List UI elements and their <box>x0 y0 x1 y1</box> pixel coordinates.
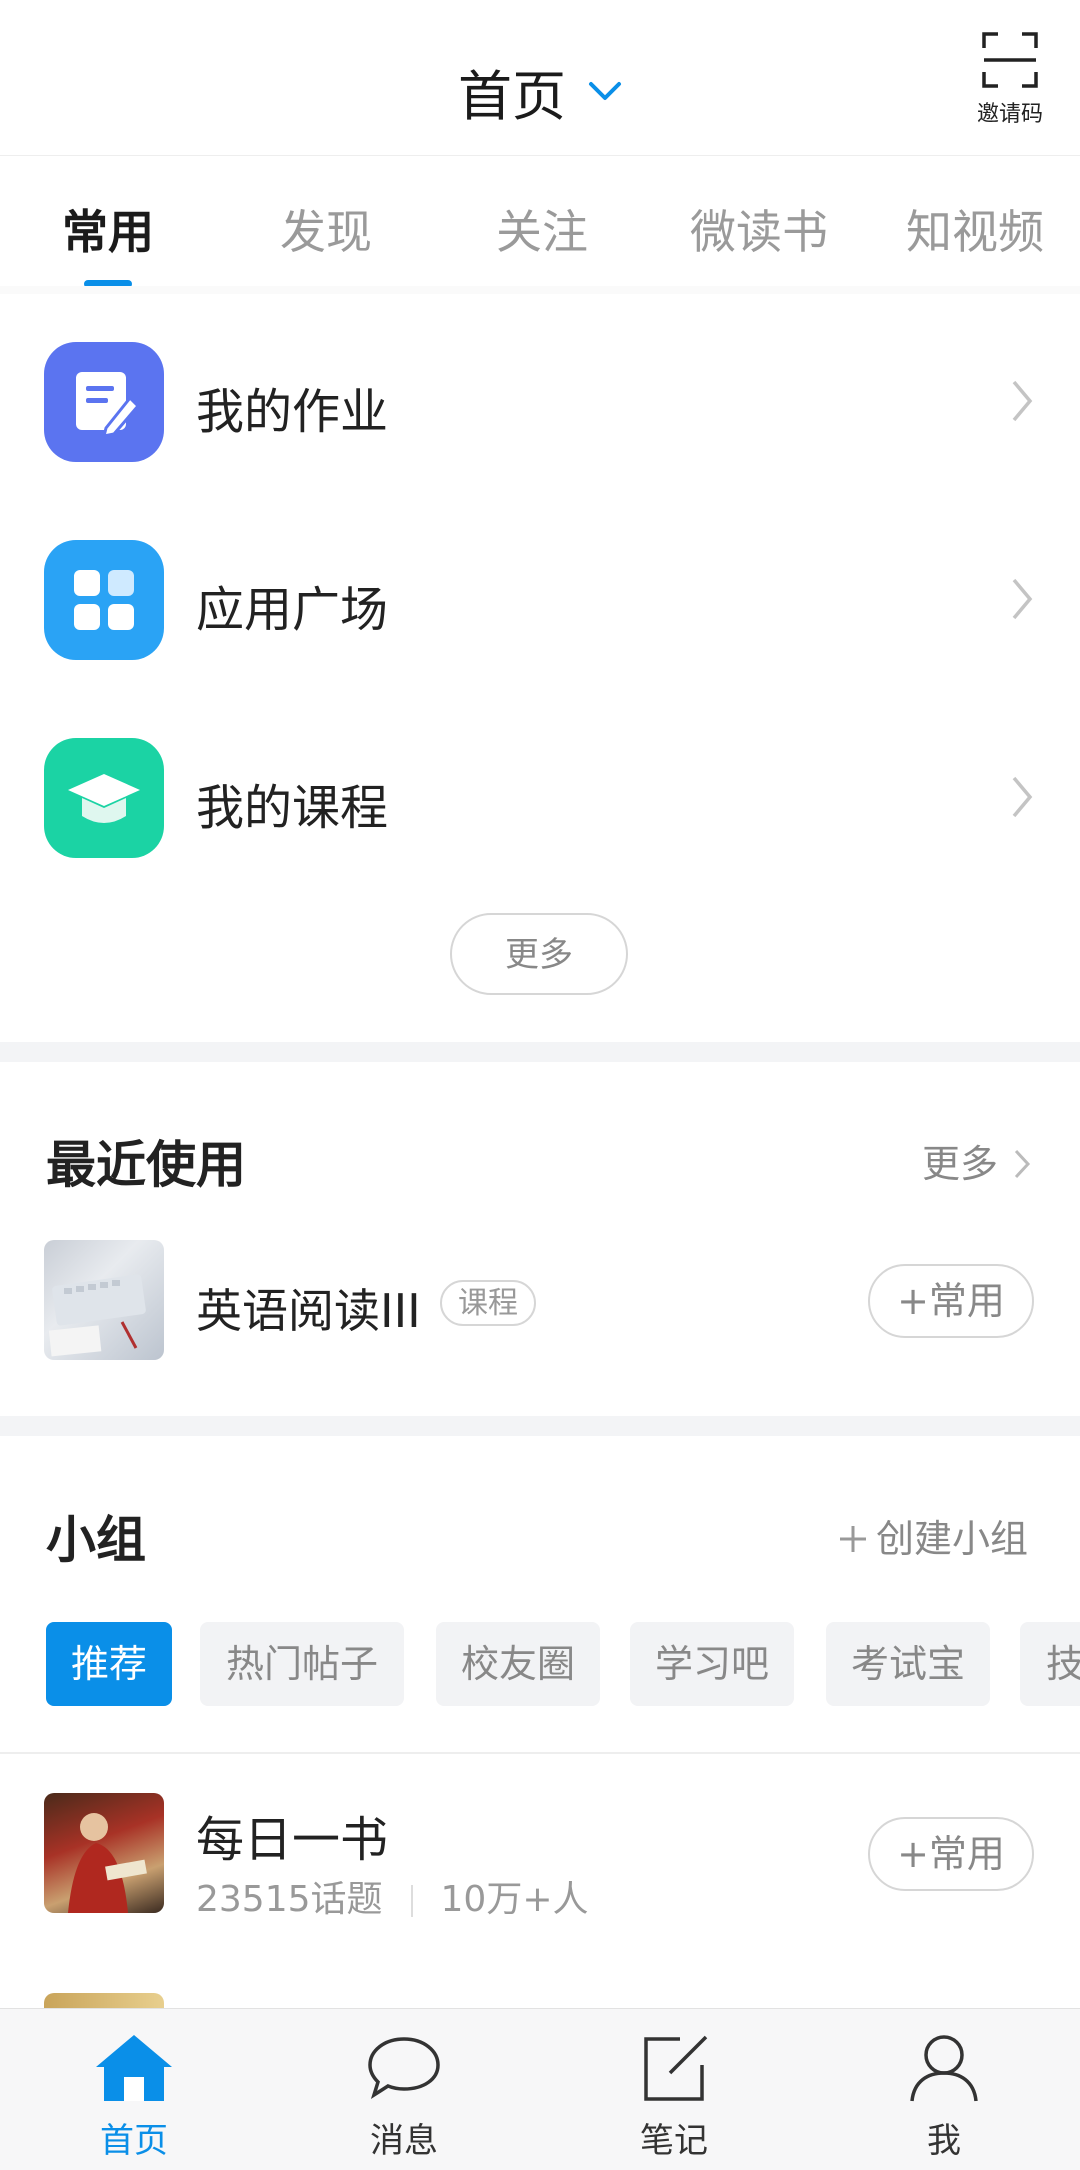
user-icon <box>910 2035 978 2102</box>
nav-label: 首页 <box>100 2121 168 2161</box>
invite-code-button[interactable]: 邀请码 <box>960 30 1060 140</box>
common-item-label: 我的课程 <box>196 780 389 836</box>
add-to-common-button[interactable]: +常用 <box>868 1264 1034 1338</box>
group-name[interactable]: 每日一书 <box>196 1800 388 1870</box>
nav-me[interactable]: 我 <box>874 2033 1014 2162</box>
chevron-right-icon <box>1012 380 1033 422</box>
app-grid-icon <box>44 540 164 660</box>
nav-label: 消息 <box>370 2121 438 2161</box>
bottom-navigation: 首页 消息 笔记 我 <box>0 2008 1080 2170</box>
scan-icon <box>982 32 1038 88</box>
common-more-button[interactable]: 更多 <box>450 913 628 995</box>
course-thumbnail <box>44 1240 164 1360</box>
chip-study-bar[interactable]: 学习吧 <box>630 1622 794 1706</box>
note-icon <box>644 2035 708 2101</box>
group-category-chips: 推荐 热门帖子 校友圈 学习吧 考试宝 技 <box>0 1622 1080 1710</box>
recent-more-label: 更多 <box>922 1142 999 1186</box>
nav-home[interactable]: 首页 <box>64 2033 204 2162</box>
common-item-label: 我的作业 <box>196 384 389 440</box>
nav-messages[interactable]: 消息 <box>334 2033 474 2162</box>
recent-item-name[interactable]: 英语阅读III <box>196 1275 421 1341</box>
common-item-label: 应用广场 <box>196 582 389 638</box>
tab-follow[interactable]: 关注 <box>496 196 588 262</box>
chip-exam[interactable]: 考试宝 <box>826 1622 990 1706</box>
group-topics-count: 23515话题 <box>196 1879 383 1920</box>
recent-section-title: 最近使用 <box>46 1136 246 1194</box>
chevron-down-icon <box>589 81 621 100</box>
section-separator <box>0 1416 1080 1436</box>
tab-common[interactable]: 常用 <box>62 196 154 262</box>
meta-divider <box>410 1885 413 1917</box>
common-item-app-square[interactable]: 应用广场 <box>0 518 1080 688</box>
home-icon <box>96 2035 172 2101</box>
create-group-button[interactable]: 创建小组 <box>838 1508 1028 1563</box>
divider <box>0 286 1080 294</box>
chevron-right-icon <box>1012 578 1033 620</box>
groups-section-title: 小组 <box>46 1511 146 1569</box>
tab-zhishipin[interactable]: 知视频 <box>906 196 1044 262</box>
graduation-cap-icon <box>44 738 164 858</box>
divider <box>0 1752 1080 1754</box>
chevron-right-icon <box>1012 776 1033 818</box>
create-group-label: 创建小组 <box>876 1517 1029 1561</box>
tab-discover[interactable]: 发现 <box>280 196 372 262</box>
common-item-my-courses[interactable]: 我的课程 <box>0 716 1080 886</box>
page-title-dropdown[interactable]: 首页 <box>0 52 1080 131</box>
recent-more-link[interactable]: 更多 <box>922 1133 1032 1188</box>
section-separator <box>0 1042 1080 1062</box>
top-header: 首页 邀请码 <box>0 0 1080 156</box>
chip-tech[interactable]: 技 <box>1020 1622 1080 1706</box>
chip-alumni[interactable]: 校友圈 <box>436 1622 600 1706</box>
invite-code-label: 邀请码 <box>976 102 1043 127</box>
group-thumbnail <box>44 1793 164 1913</box>
add-to-common-button[interactable]: +常用 <box>868 1817 1034 1891</box>
page-title: 首页 <box>458 65 566 128</box>
common-item-homework[interactable]: 我的作业 <box>0 320 1080 490</box>
plus-icon <box>840 1526 866 1552</box>
nav-label: 我 <box>927 2121 961 2161</box>
nav-notes[interactable]: 笔记 <box>604 2033 744 2162</box>
chip-hot-posts[interactable]: 热门帖子 <box>200 1622 404 1706</box>
group-members-count: 10万+人 <box>440 1879 589 1920</box>
nav-label: 笔记 <box>640 2121 708 2161</box>
homework-icon <box>44 342 164 462</box>
group-meta: 23515话题 10万+人 <box>196 1870 589 1922</box>
tab-bar: 常用 发现 关注 微读书 知视频 <box>0 156 1080 288</box>
message-icon <box>368 2037 440 2100</box>
chevron-right-icon <box>1014 1149 1031 1179</box>
tab-weidushu[interactable]: 微读书 <box>690 196 828 262</box>
course-badge: 课程 <box>440 1280 536 1326</box>
chip-recommend[interactable]: 推荐 <box>46 1622 172 1706</box>
